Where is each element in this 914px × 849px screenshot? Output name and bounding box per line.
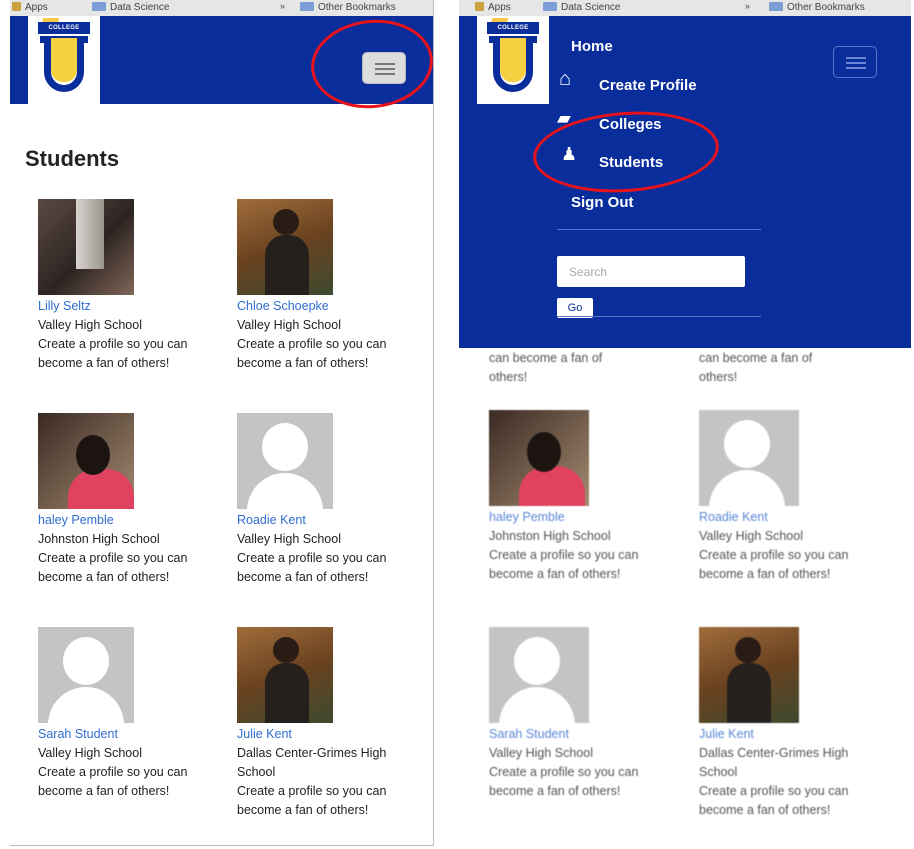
student-photo[interactable] [38, 199, 134, 295]
student-bio: Create a profile so you can become a fan… [38, 337, 188, 370]
student-card: Sarah Student Valley High School Create … [489, 627, 664, 801]
overlay-text-fragment: can become a fan of others! [699, 351, 813, 384]
student-school: Johnston High School [38, 532, 160, 546]
student-card: Chloe Schoepke Valley High School Create… [237, 199, 412, 373]
student-school: Valley High School [489, 746, 593, 760]
apps-grid-icon [12, 2, 21, 11]
student-bio: Create a profile so you can become a fan… [489, 765, 639, 798]
student-bio: Create a profile so you can become a fan… [699, 784, 849, 817]
student-photo[interactable] [38, 413, 134, 509]
student-photo[interactable] [237, 199, 333, 295]
folder-icon [769, 2, 783, 11]
student-card: Sarah Student Valley High School Create … [38, 627, 213, 801]
student-name-link[interactable]: Roadie Kent [699, 508, 874, 527]
screenshot-collapsed-nav: Apps Data Science » Other Bookmarks COLL… [10, 0, 434, 846]
menu-toggle-button[interactable] [833, 46, 877, 78]
student-card: Roadie Kent Valley High School Create a … [237, 413, 412, 587]
chevron-right-icon[interactable]: » [745, 1, 750, 11]
student-school: Valley High School [38, 318, 142, 332]
go-button[interactable]: Go [557, 298, 593, 318]
folder-icon [543, 2, 557, 11]
bookmark-other[interactable]: Other Bookmarks [769, 2, 865, 14]
default-avatar-icon[interactable] [489, 627, 589, 723]
student-school: Johnston High School [489, 529, 611, 543]
apps-grid-icon [475, 2, 484, 11]
student-name-link[interactable]: Roadie Kent [237, 511, 412, 530]
student-card: Roadie Kent Valley High School Create a … [699, 410, 874, 584]
student-school: Valley High School [237, 318, 341, 332]
menu-divider [557, 229, 761, 230]
student-card: haley Pemble Johnston High School Create… [38, 413, 213, 587]
student-name-link[interactable]: Julie Kent [699, 725, 874, 744]
student-school: Dallas Center-Grimes High School [699, 746, 849, 779]
logo-u-shape [44, 36, 84, 92]
bookmark-apps[interactable]: Apps [475, 2, 511, 14]
menu-item-sign-out[interactable]: Sign Out [571, 194, 634, 211]
menu-item-create-profile[interactable]: Create Profile [599, 77, 697, 94]
student-bio: Create a profile so you can become a fan… [489, 548, 639, 581]
bookmark-data-science[interactable]: Data Science [92, 2, 169, 14]
page-title: Students [25, 146, 120, 171]
student-name-link[interactable]: Chloe Schoepke [237, 297, 412, 316]
bookmarks-bar: Apps Data Science » Other Bookmarks [459, 0, 911, 16]
student-photo[interactable] [699, 627, 799, 723]
default-avatar-icon[interactable] [38, 627, 134, 723]
student-school: Dallas Center-Grimes High School [237, 746, 387, 779]
menu-item-home[interactable]: Home [571, 38, 613, 55]
college-recruit-logo[interactable]: COLLEGE RECRUIT [477, 16, 549, 104]
bookmarks-bar: Apps Data Science » Other Bookmarks [10, 0, 433, 16]
student-card: haley Pemble Johnston High School Create… [489, 410, 664, 584]
student-name-link[interactable]: haley Pemble [38, 511, 213, 530]
student-name-link[interactable]: Julie Kent [237, 725, 412, 744]
logo-banner: COLLEGE RECRUIT [38, 22, 90, 43]
search-input[interactable] [557, 256, 745, 287]
overlay-text-fragment: can become a fan of others! [489, 351, 603, 384]
student-name-link[interactable]: haley Pemble [489, 508, 664, 527]
student-card: Julie Kent Dallas Center-Grimes High Sch… [237, 627, 412, 820]
student-photo[interactable] [237, 627, 333, 723]
student-bio: Create a profile so you can become a fan… [237, 337, 387, 370]
default-avatar-icon[interactable] [237, 413, 333, 509]
student-name-link[interactable]: Lilly Seltz [38, 297, 213, 316]
college-recruit-logo[interactable]: COLLEGE RECRUIT [28, 16, 100, 104]
student-name-link[interactable]: Sarah Student [38, 725, 213, 744]
home-icon: ⌂ [559, 68, 572, 90]
student-school: Valley High School [237, 532, 341, 546]
student-bio: Create a profile so you can become a fan… [699, 548, 849, 581]
student-bio: Create a profile so you can become a fan… [237, 551, 387, 584]
nav-dropdown-menu: COLLEGE RECRUIT Home ⌂ Create Profile ▰ … [459, 16, 911, 348]
chevron-right-icon[interactable]: » [280, 1, 285, 11]
bookmark-apps[interactable]: Apps [12, 2, 48, 14]
student-card: Julie Kent Dallas Center-Grimes High Sch… [699, 627, 874, 820]
menu-divider [557, 316, 761, 317]
student-name-link[interactable]: Sarah Student [489, 725, 664, 744]
bookmark-other[interactable]: Other Bookmarks [300, 2, 396, 14]
student-bio: Create a profile so you can become a fan… [38, 765, 188, 798]
student-photo[interactable] [489, 410, 589, 506]
folder-icon [92, 2, 106, 11]
folder-icon [300, 2, 314, 11]
student-card: Lilly Seltz Valley High School Create a … [38, 199, 213, 373]
student-bio: Create a profile so you can become a fan… [237, 784, 387, 817]
screenshot-expanded-nav: Apps Data Science » Other Bookmarks COLL… [459, 0, 911, 846]
default-avatar-icon[interactable] [699, 410, 799, 506]
student-school: Valley High School [38, 746, 142, 760]
student-bio: Create a profile so you can become a fan… [38, 551, 188, 584]
bookmark-data-science[interactable]: Data Science [543, 2, 620, 14]
student-school: Valley High School [699, 529, 803, 543]
